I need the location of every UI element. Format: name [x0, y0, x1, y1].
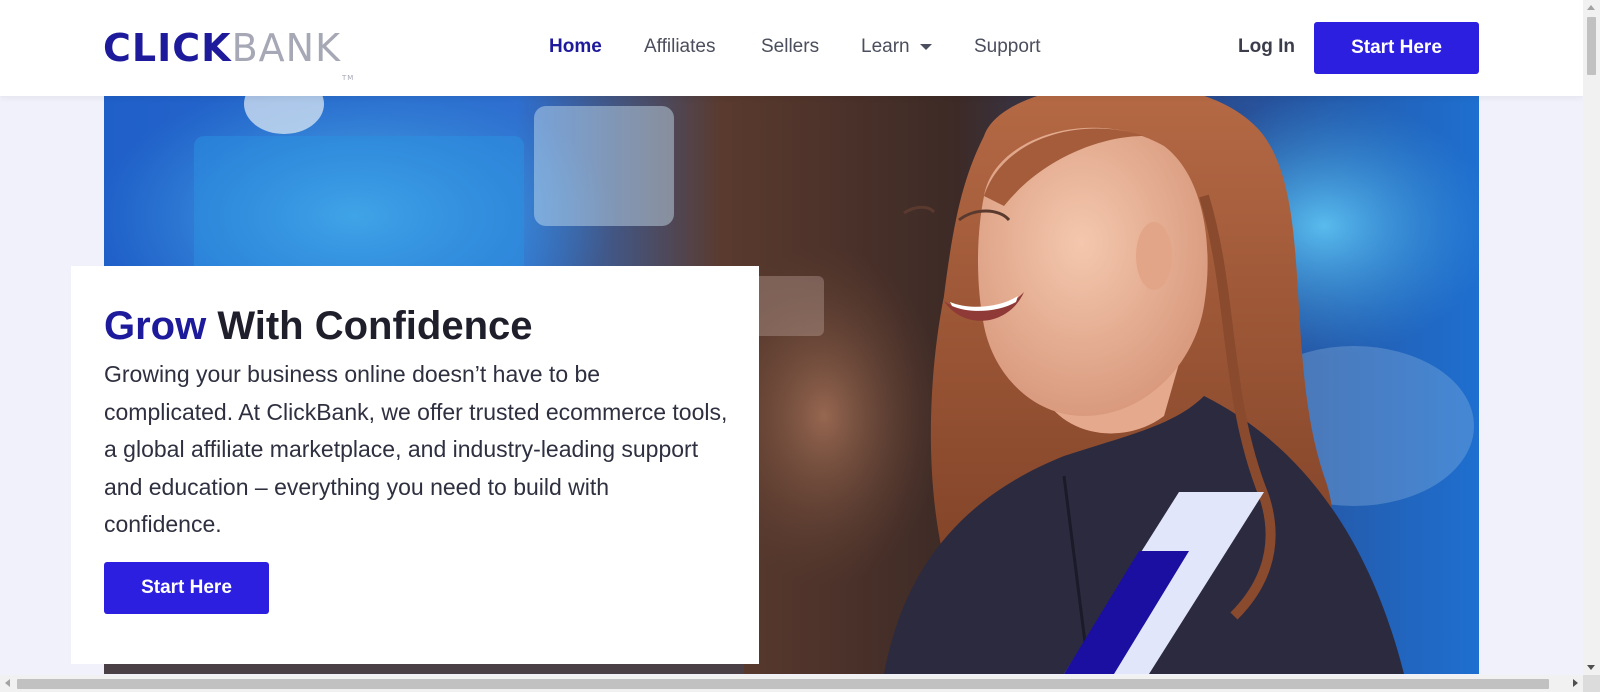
- vertical-scroll-thumb[interactable]: [1587, 17, 1596, 75]
- nav-home[interactable]: Home: [549, 36, 602, 58]
- hero-card: Grow With Confidence Growing your busine…: [71, 266, 759, 664]
- nav-learn[interactable]: Learn: [861, 36, 932, 58]
- hero-title: Grow With Confidence: [104, 302, 533, 350]
- nav-affiliates-label: Affiliates: [644, 36, 716, 57]
- scroll-right-arrow-icon[interactable]: [1573, 679, 1578, 687]
- scroll-left-arrow-icon[interactable]: [5, 679, 10, 687]
- horizontal-scrollbar[interactable]: [0, 675, 1583, 692]
- horizontal-scroll-thumb[interactable]: [17, 679, 1549, 689]
- logo-text-click: CLICK: [103, 26, 232, 70]
- nav-affiliates[interactable]: Affiliates: [644, 36, 715, 58]
- hero-description: Growing your business online doesn’t hav…: [104, 361, 728, 537]
- login-link[interactable]: Log In: [1238, 36, 1295, 58]
- nav-home-label: Home: [549, 36, 602, 57]
- logo-text-bank: BANK: [231, 26, 341, 70]
- scrollbar-corner: [1583, 675, 1600, 692]
- start-here-button-hero[interactable]: Start Here: [104, 562, 269, 614]
- nav-support[interactable]: Support: [974, 36, 1041, 58]
- nav-sellers[interactable]: Sellers: [761, 36, 819, 58]
- scroll-down-arrow-icon[interactable]: [1587, 665, 1595, 670]
- hero-title-rest: With Confidence: [206, 304, 533, 348]
- nav-support-label: Support: [974, 36, 1041, 57]
- nav-sellers-label: Sellers: [761, 36, 820, 57]
- chevron-down-icon: [919, 44, 932, 50]
- hero-title-highlight: Grow: [104, 304, 207, 348]
- site-header: CLICK BANK TM Home Affiliates Sellers Le…: [0, 0, 1583, 96]
- vertical-scrollbar[interactable]: [1583, 0, 1600, 675]
- start-here-button-header[interactable]: Start Here: [1314, 22, 1479, 74]
- clickbank-logo[interactable]: CLICK BANK TM: [103, 28, 354, 98]
- scroll-up-arrow-icon[interactable]: [1587, 5, 1595, 10]
- nav-learn-label: Learn: [861, 36, 910, 57]
- logo-trademark: TM: [342, 74, 355, 82]
